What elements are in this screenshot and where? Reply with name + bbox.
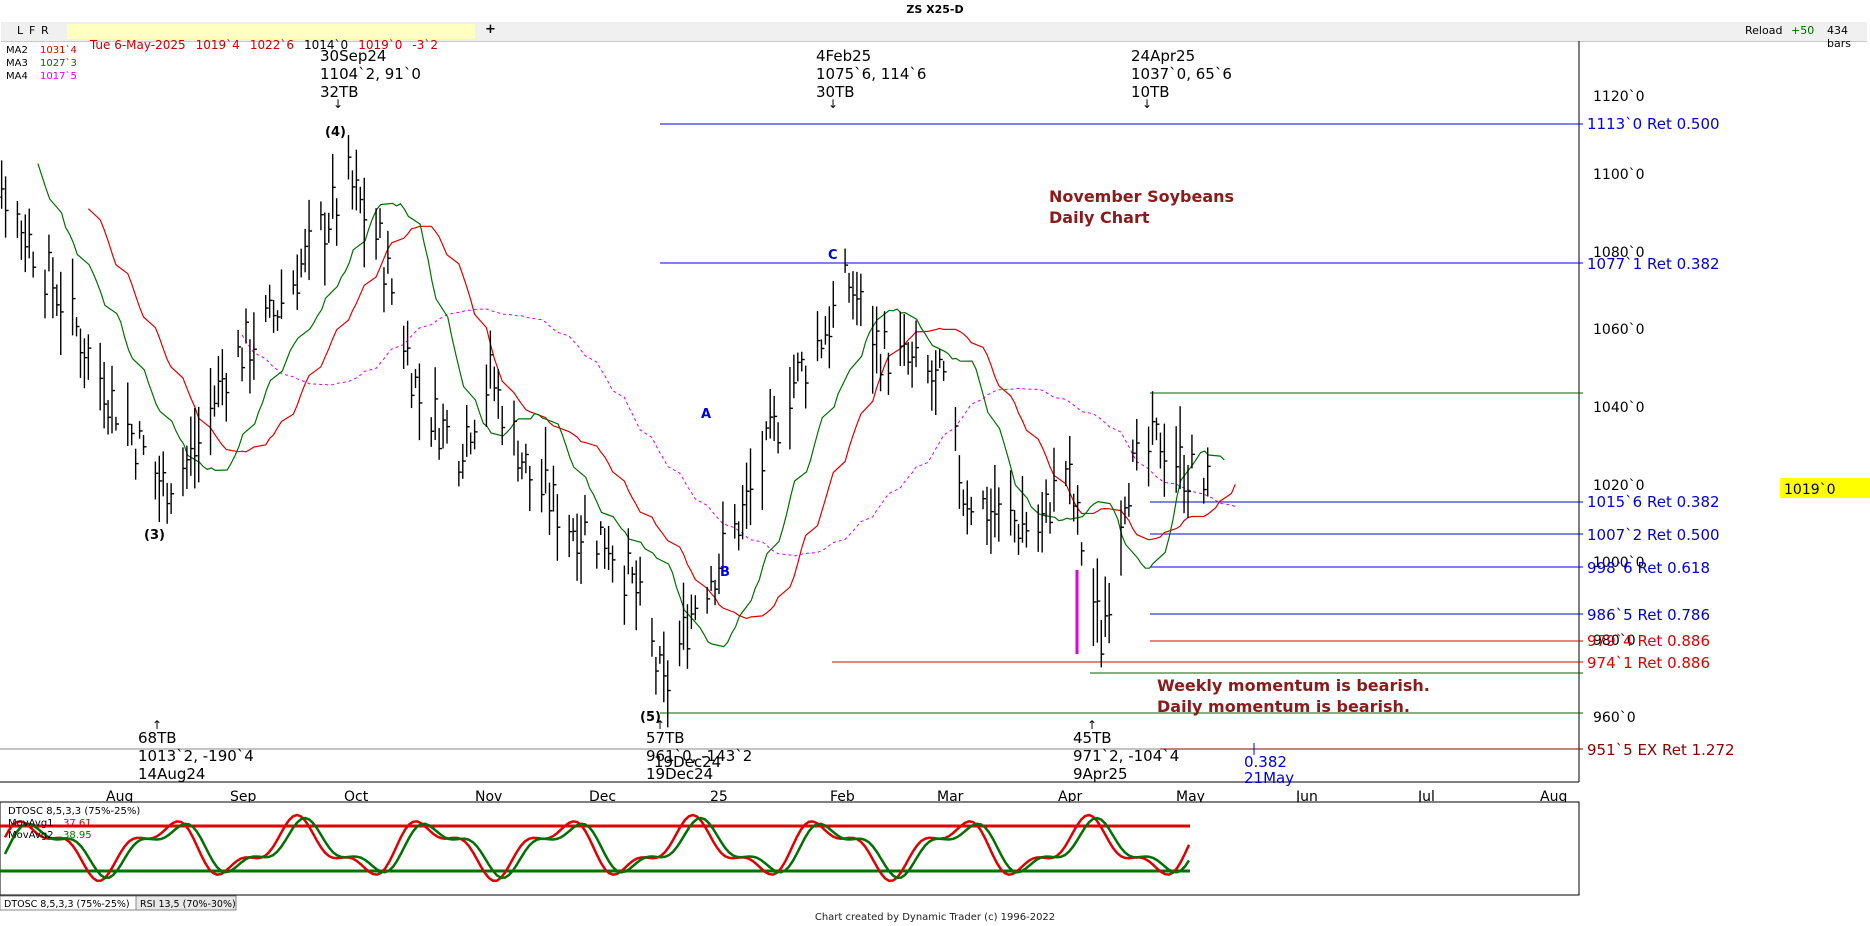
bottom-annotation-tb: 45TB (1073, 729, 1112, 747)
wave-label-5: (5) (640, 710, 661, 725)
wave-label-a: A (701, 407, 711, 422)
ret-label: 979`4 Ret 0.886 (1587, 632, 1710, 650)
osc-ma2-label: MovAvg2 (8, 830, 54, 841)
top-annotation-date: 30Sep24 (320, 47, 386, 65)
wave-label-c: C (828, 248, 838, 263)
tab-rsi-label: RSI 13,5 (70%-30%) (140, 899, 236, 910)
price-bars (0, 134, 1211, 728)
ma4-line (241, 308, 1236, 557)
y-tick-label: 1020`0 (1593, 478, 1645, 494)
ret-label: 1007`2 Ret 0.500 (1587, 526, 1720, 544)
ma3-value: 1027`3 (40, 57, 77, 69)
bottom-annotation-values: 1013`2, -190`4 (138, 747, 254, 765)
y-tick-label: 1040`0 (1593, 400, 1645, 416)
osc-ma1-label: MovAvg1 (8, 818, 54, 829)
ret-label: 998`6 Ret 0.618 (1587, 559, 1710, 577)
bottom-annotation-date: 19Dec24 (646, 765, 713, 783)
bottom-annotation-date: 14Aug24 (138, 765, 205, 783)
ma4-value: 1017`5 (40, 70, 77, 82)
ma2-label: MA2 (6, 45, 28, 56)
ma2-value: 1031`4 (40, 44, 77, 56)
chart-svg: MA2 1031`4 MA3 1027`3 MA4 1017`5 960`0 9… (0, 41, 1870, 911)
bottom-annotation-values: 971`2, -104`4 (1073, 747, 1179, 765)
ma4-label: MA4 (6, 71, 28, 82)
bottom-annotation-date: 9Apr25 (1073, 765, 1128, 783)
ma3-label: MA3 (6, 58, 28, 69)
ret-label: 951`5 EX Ret 1.272 (1587, 741, 1735, 759)
bottom-annotation-tb: 68TB (138, 729, 177, 747)
y-tick-label: 1060`0 (1593, 322, 1645, 338)
top-annotation-date: 4Feb25 (816, 47, 871, 65)
ma2-line (87, 208, 1236, 620)
top-annotation-values: 1037`0, 65`6 (1131, 65, 1232, 83)
ma3-line (37, 163, 1225, 648)
wave-label-4: (4) (325, 125, 346, 140)
osc-ma1-value: 37.61 (63, 818, 92, 829)
ret-label: 974`1 Ret 0.886 (1587, 654, 1710, 672)
ret-label: 1113`0 Ret 0.500 (1587, 115, 1720, 133)
arrow-down-icon: ↓ (333, 97, 343, 111)
y-tick-label: 1100`0 (1593, 167, 1645, 183)
osc-title: DTOSC 8,5,3,3 (75%-25%) (8, 806, 140, 817)
price-label: 1019`0 (1784, 482, 1836, 498)
tab-dtosc-label: DTOSC 8,5,3,3 (75%-25%) (4, 899, 130, 910)
y-axis: 960`0 980`0 1000`0 1020`0 1040`0 1060`0 … (1593, 89, 1645, 726)
top-annotation-values: 1075`6, 114`6 (816, 65, 926, 83)
oscillator-panel (0, 801, 1580, 896)
arrow-down-icon: ↓ (1142, 97, 1152, 111)
y-tick-label: 960`0 (1593, 710, 1636, 726)
bottom-annotation-tb: 57TB (646, 729, 685, 747)
time-target-date: 21May (1244, 769, 1294, 787)
arrow-down-icon: ↓ (828, 97, 838, 111)
ret-label: 1077`1 Ret 0.382 (1587, 255, 1720, 273)
chart-window: ZS X25-D L F R Tue 6-May-2025 1019`4 1022`… (0, 0, 1870, 926)
wave-label-b: B (720, 565, 730, 580)
momentum-daily: Daily momentum is bearish. (1157, 697, 1410, 716)
ret-label: 986`5 Ret 0.786 (1587, 606, 1710, 624)
osc-ma2-value: 38.95 (63, 830, 92, 841)
top-annotation-date: 24Apr25 (1131, 47, 1195, 65)
chart-annotation-title: November Soybeans (1049, 187, 1234, 206)
wave-label-3: (3) (144, 528, 165, 543)
footer-credit: Chart created by Dynamic Trader (c) 1996… (814, 912, 1056, 923)
top-annotation-values: 1104`2, 91`0 (320, 65, 421, 83)
chart-annotation-subtitle: Daily Chart (1049, 208, 1150, 227)
y-tick-label: 1120`0 (1593, 89, 1645, 105)
ret-label: 1015`6 Ret 0.382 (1587, 493, 1720, 511)
momentum-weekly: Weekly momentum is bearish. (1157, 676, 1430, 695)
